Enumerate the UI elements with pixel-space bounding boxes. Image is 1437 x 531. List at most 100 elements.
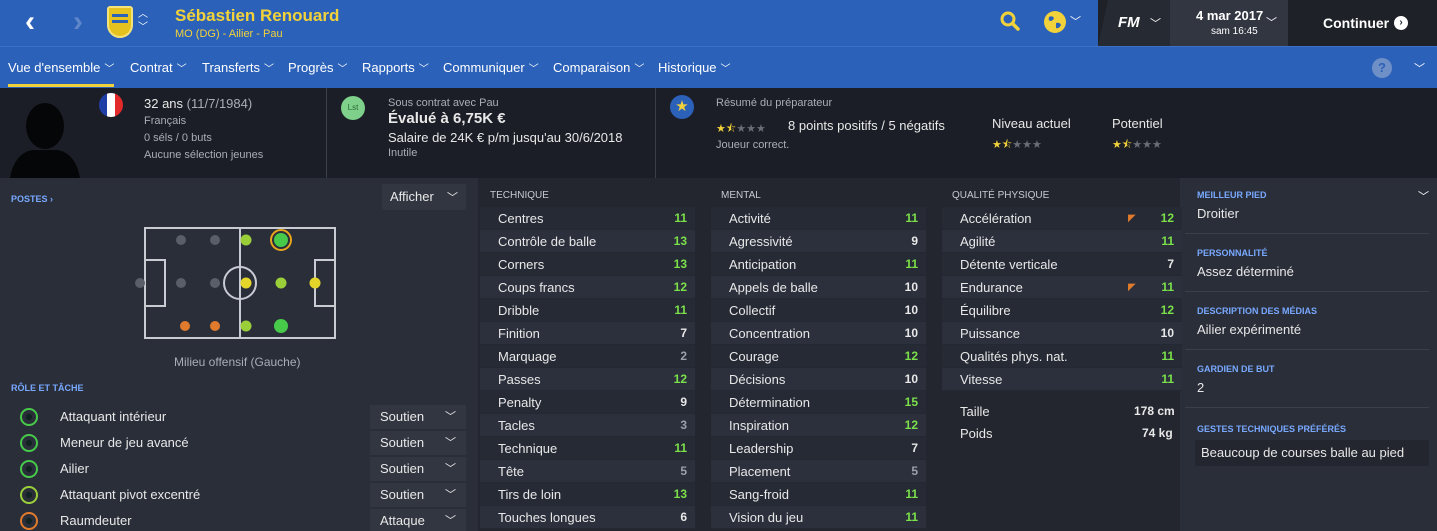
- attribute-row[interactable]: Qualités phys. nat. 11: [942, 345, 1182, 368]
- roles-label: RÔLE ET TÂCHE: [11, 383, 84, 393]
- best-foot-label: MEILLEUR PIED: [1197, 190, 1267, 200]
- attribute-row[interactable]: Concentration 10: [711, 322, 926, 345]
- attribute-row[interactable]: Agressivité 9: [711, 230, 926, 253]
- fm-menu-button[interactable]: FM ﹀: [1098, 0, 1170, 46]
- trait-item[interactable]: Beaucoup de courses balle au pied: [1195, 440, 1429, 466]
- attribute-row[interactable]: Courage 12: [711, 345, 926, 368]
- attribute-row[interactable]: Équilibre 12: [942, 299, 1182, 322]
- tab-comparison[interactable]: Comparaison ﹀: [553, 60, 644, 75]
- divider: [326, 88, 327, 178]
- attribute-row[interactable]: Accélération ◤ 12: [942, 207, 1182, 230]
- mental-list: Activité 11 Agressivité 9 Anticipation 11 A…: [711, 207, 926, 529]
- attribute-row[interactable]: Endurance ◤ 11: [942, 276, 1182, 299]
- role-row[interactable]: Meneur de jeu avancé Soutien ﹀: [0, 430, 468, 456]
- attribute-row[interactable]: Contrôle de balle 13: [480, 230, 695, 253]
- height-label: Taille: [960, 404, 990, 419]
- attribute-row[interactable]: Anticipation 11: [711, 253, 926, 276]
- tab-contract[interactable]: Contrat ﹀: [130, 60, 187, 75]
- attribute-row[interactable]: Inspiration 12: [711, 414, 926, 437]
- duty-dropdown[interactable]: Attaque ﹀: [370, 509, 466, 531]
- search-icon[interactable]: [1000, 11, 1020, 31]
- help-icon[interactable]: ?: [1372, 58, 1392, 78]
- position-caption: Milieu offensif (Gauche): [174, 355, 301, 369]
- role-name: Meneur de jeu avancé: [60, 435, 189, 450]
- duty-dropdown[interactable]: Soutien ﹀: [370, 483, 466, 507]
- play-icon: ›: [1394, 16, 1408, 30]
- fm-logo: FM: [1118, 14, 1140, 31]
- role-name: Raumdeuter: [60, 513, 132, 528]
- player-silhouette-image: [10, 96, 80, 178]
- duty-dropdown[interactable]: Soutien ﹀: [370, 431, 466, 455]
- technique-list: Centres 11 Contrôle de balle 13 Corners 13 …: [480, 207, 695, 529]
- tab-progress[interactable]: Progrès ﹀: [288, 60, 348, 75]
- role-row[interactable]: Attaquant intérieur Soutien ﹀: [0, 404, 468, 430]
- tab-transfers[interactable]: Transferts ﹀: [202, 60, 274, 75]
- back-arrow-icon[interactable]: ‹: [15, 7, 45, 38]
- player-caps: 0 séls / 0 buts: [144, 132, 212, 144]
- duty-dropdown[interactable]: Soutien ﹀: [370, 405, 466, 429]
- attribute-row[interactable]: Coups francs 12: [480, 276, 695, 299]
- physical-header: QUALITÉ PHYSIQUE: [952, 190, 1050, 201]
- role-row[interactable]: Raumdeuter Attaque ﹀: [0, 508, 468, 531]
- attribute-row[interactable]: Centres 11: [480, 207, 695, 230]
- continue-button[interactable]: Continuer ›: [1288, 0, 1437, 46]
- show-dropdown[interactable]: Afficher ﹀: [382, 184, 466, 210]
- globe-chevron-icon[interactable]: ﹀: [1070, 13, 1081, 29]
- attribute-row[interactable]: Penalty 9: [480, 391, 695, 414]
- positions-link[interactable]: POSTES ›: [11, 194, 53, 204]
- attribute-row[interactable]: Technique 11: [480, 437, 695, 460]
- current-ability-stars: ★⯪★★★: [992, 139, 1042, 151]
- role-row[interactable]: Ailier Soutien ﹀: [0, 456, 468, 482]
- fm-chevron-icon: ﹀: [1150, 18, 1161, 30]
- coach-report-title: Résumé du préparateur: [716, 97, 833, 109]
- crest-chevron-icon[interactable]: ︿ ﹀: [138, 8, 148, 34]
- height-value: 178 cm: [1134, 404, 1175, 418]
- attribute-row[interactable]: Placement 5: [711, 460, 926, 483]
- collapse-chevron-icon[interactable]: ﹀: [1414, 60, 1425, 76]
- forward-arrow-icon[interactable]: ›: [63, 7, 93, 38]
- traits-label: GESTES TECHNIQUES PRÉFÉRÉS: [1197, 424, 1347, 434]
- attribute-row[interactable]: Vision du jeu 11: [711, 506, 926, 529]
- attribute-row[interactable]: Sang-froid 11: [711, 483, 926, 506]
- attribute-row[interactable]: Vitesse 11: [942, 368, 1182, 391]
- attribute-row[interactable]: Corners 13: [480, 253, 695, 276]
- media-section: DESCRIPTION DES MÉDIAS Ailier expériment…: [1185, 302, 1429, 350]
- attribute-row[interactable]: Détente verticale 7: [942, 253, 1182, 276]
- current-time: sam 16:45: [1211, 26, 1258, 37]
- tab-reports[interactable]: Rapports ﹀: [362, 60, 429, 75]
- attribute-row[interactable]: Tacles 3: [480, 414, 695, 437]
- duty-dropdown[interactable]: Soutien ﹀: [370, 457, 466, 481]
- attribute-row[interactable]: Appels de balle 10: [711, 276, 926, 299]
- attribute-row[interactable]: Détermination 15: [711, 391, 926, 414]
- date-widget[interactable]: 4 mar 2017 sam 16:45 ﹀: [1170, 0, 1288, 46]
- media-value: Ailier expérimenté: [1197, 322, 1302, 337]
- globe-icon[interactable]: [1043, 10, 1067, 34]
- media-label: DESCRIPTION DES MÉDIAS: [1197, 306, 1318, 316]
- attribute-row[interactable]: Touches longues 6: [480, 506, 695, 529]
- attribute-row[interactable]: Marquage 2: [480, 345, 695, 368]
- tab-communicate[interactable]: Communiquer ﹀: [443, 60, 539, 75]
- player-nationality: Français: [144, 115, 187, 127]
- role-row[interactable]: Attaquant pivot excentré Soutien ﹀: [0, 482, 468, 508]
- player-info-bar: 32 ans (11/7/1984) Français 0 séls / 0 b…: [0, 88, 1437, 178]
- attribute-row[interactable]: Puissance 10: [942, 322, 1182, 345]
- club-crest-icon[interactable]: [107, 6, 133, 38]
- attribute-row[interactable]: Leadership 7: [711, 437, 926, 460]
- tab-history[interactable]: Historique ﹀: [658, 60, 731, 75]
- section-collapse-icon[interactable]: ﹀: [1418, 188, 1429, 204]
- coach-star-icon: ★: [670, 95, 694, 119]
- attribute-row[interactable]: Finition 7: [480, 322, 695, 345]
- attribute-row[interactable]: Collectif 10: [711, 299, 926, 322]
- role-rating-icon: [20, 486, 38, 504]
- role-name: Ailier: [60, 461, 89, 476]
- trend-arrow-icon: ◤: [1128, 212, 1136, 224]
- attribute-row[interactable]: Activité 11: [711, 207, 926, 230]
- role-rating-icon: [20, 408, 38, 426]
- tab-overview[interactable]: Vue d'ensemble ﹀: [8, 60, 115, 87]
- attribute-row[interactable]: Décisions 10: [711, 368, 926, 391]
- attribute-row[interactable]: Tirs de loin 13: [480, 483, 695, 506]
- attribute-row[interactable]: Tête 5: [480, 460, 695, 483]
- attribute-row[interactable]: Agilité 11: [942, 230, 1182, 253]
- attribute-row[interactable]: Dribble 11: [480, 299, 695, 322]
- attribute-row[interactable]: Passes 12: [480, 368, 695, 391]
